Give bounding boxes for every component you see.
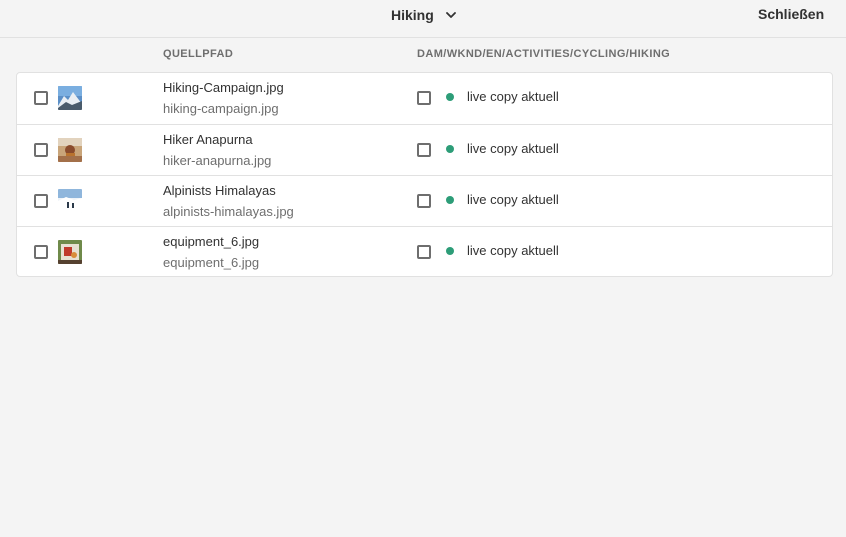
table-row: equipment_6.jpg equipment_6.jpg live cop… bbox=[17, 226, 832, 277]
status-dot-icon bbox=[446, 196, 454, 204]
source-checkbox[interactable] bbox=[34, 245, 48, 259]
status-text: live copy aktuell bbox=[467, 243, 559, 258]
asset-title: Hiking-Campaign.jpg bbox=[163, 80, 284, 95]
status-dot-icon bbox=[446, 145, 454, 153]
asset-title: equipment_6.jpg bbox=[163, 234, 260, 249]
source-checkbox[interactable] bbox=[34, 91, 48, 105]
status-text: live copy aktuell bbox=[467, 89, 559, 104]
asset-filename: hiking-campaign.jpg bbox=[163, 101, 279, 116]
table-row: Alpinists Himalayas alpinists-himalayas.… bbox=[17, 175, 832, 226]
chevron-down-icon bbox=[445, 12, 456, 18]
target-checkbox[interactable] bbox=[417, 143, 431, 157]
status-text: live copy aktuell bbox=[467, 192, 559, 207]
thumbnail-image bbox=[58, 138, 82, 162]
status-text: live copy aktuell bbox=[467, 141, 559, 156]
target-checkbox[interactable] bbox=[417, 194, 431, 208]
target-checkbox[interactable] bbox=[417, 91, 431, 105]
view-selector-label: Hiking bbox=[391, 7, 434, 23]
thumbnail-image bbox=[58, 189, 82, 213]
close-button[interactable]: Schließen bbox=[752, 2, 830, 26]
column-header-target: DAM/WKND/EN/ACTIVITIES/CYCLING/HIKING bbox=[417, 48, 671, 60]
column-headers: QUELLPFAD DAM/WKND/EN/ACTIVITIES/CYCLING… bbox=[0, 38, 846, 72]
asset-filename: hiker-anapurna.jpg bbox=[163, 153, 272, 168]
target-checkbox[interactable] bbox=[417, 245, 431, 259]
source-checkbox[interactable] bbox=[34, 143, 48, 157]
top-bar: Hiking Schließen bbox=[0, 0, 846, 38]
status-dot-icon bbox=[446, 247, 454, 255]
column-header-source: QUELLPFAD bbox=[163, 48, 234, 60]
table-row: Hiker Anapurna hiker-anapurna.jpg live c… bbox=[17, 124, 832, 175]
status-dot-icon bbox=[446, 93, 454, 101]
asset-title: Hiker Anapurna bbox=[163, 132, 253, 147]
asset-title: Alpinists Himalayas bbox=[163, 183, 276, 198]
asset-filename: equipment_6.jpg bbox=[163, 255, 260, 270]
asset-filename: alpinists-himalayas.jpg bbox=[163, 204, 294, 219]
table-row: Hiking-Campaign.jpg hiking-campaign.jpg … bbox=[17, 73, 832, 124]
livecopy-table: Hiking-Campaign.jpg hiking-campaign.jpg … bbox=[16, 72, 833, 277]
thumbnail-image bbox=[58, 86, 82, 110]
source-checkbox[interactable] bbox=[34, 194, 48, 208]
view-selector[interactable]: Hiking bbox=[385, 2, 462, 28]
thumbnail-image bbox=[58, 240, 82, 264]
